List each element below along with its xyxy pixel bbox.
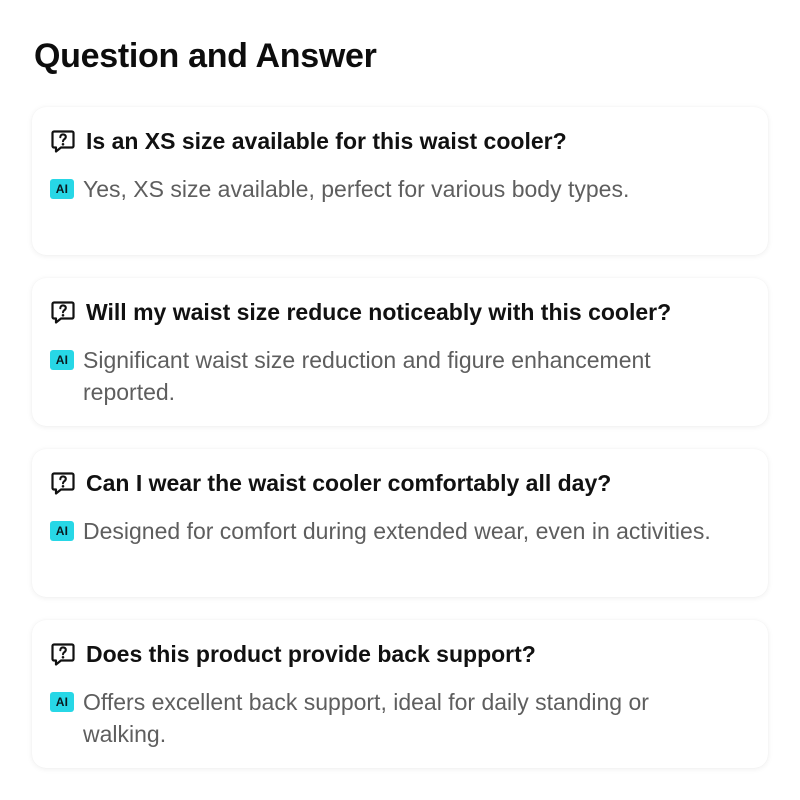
qa-card[interactable]: Can I wear the waist cooler comfortably … <box>32 449 768 597</box>
answer-text: Designed for comfort during extended wea… <box>83 518 711 544</box>
question-row: Will my waist size reduce noticeably wit… <box>50 297 750 327</box>
ai-badge: AI <box>50 350 74 370</box>
question-text: Does this product provide back support? <box>86 641 536 667</box>
question-text: Is an XS size available for this waist c… <box>86 128 567 154</box>
qa-card[interactable]: Is an XS size available for this waist c… <box>32 107 768 255</box>
qa-card[interactable]: Will my waist size reduce noticeably wit… <box>32 278 768 426</box>
answer-text: Offers excellent back support, ideal for… <box>83 689 649 747</box>
question-row: Can I wear the waist cooler comfortably … <box>50 468 750 498</box>
answer-row: AI Significant waist size reduction and … <box>50 344 750 408</box>
question-text: Can I wear the waist cooler comfortably … <box>86 470 612 496</box>
answer-text: Yes, XS size available, perfect for vari… <box>83 176 630 202</box>
question-bubble-icon <box>51 301 75 324</box>
question-bubble-icon <box>51 643 75 666</box>
qa-list: Is an XS size available for this waist c… <box>32 107 768 791</box>
question-row: Is an XS size available for this waist c… <box>50 126 750 156</box>
answer-row: AI Yes, XS size available, perfect for v… <box>50 173 750 205</box>
ai-badge: AI <box>50 179 74 199</box>
answer-text: Significant waist size reduction and fig… <box>83 347 651 405</box>
ai-badge: AI <box>50 692 74 712</box>
qa-card[interactable]: Does this product provide back support? … <box>32 620 768 768</box>
question-bubble-icon <box>51 472 75 495</box>
page-title: Question and Answer <box>34 37 377 75</box>
ai-badge: AI <box>50 521 74 541</box>
answer-row: AI Designed for comfort during extended … <box>50 515 750 547</box>
answer-row: AI Offers excellent back support, ideal … <box>50 686 750 750</box>
question-bubble-icon <box>51 130 75 153</box>
question-row: Does this product provide back support? <box>50 639 750 669</box>
question-text: Will my waist size reduce noticeably wit… <box>86 299 672 325</box>
